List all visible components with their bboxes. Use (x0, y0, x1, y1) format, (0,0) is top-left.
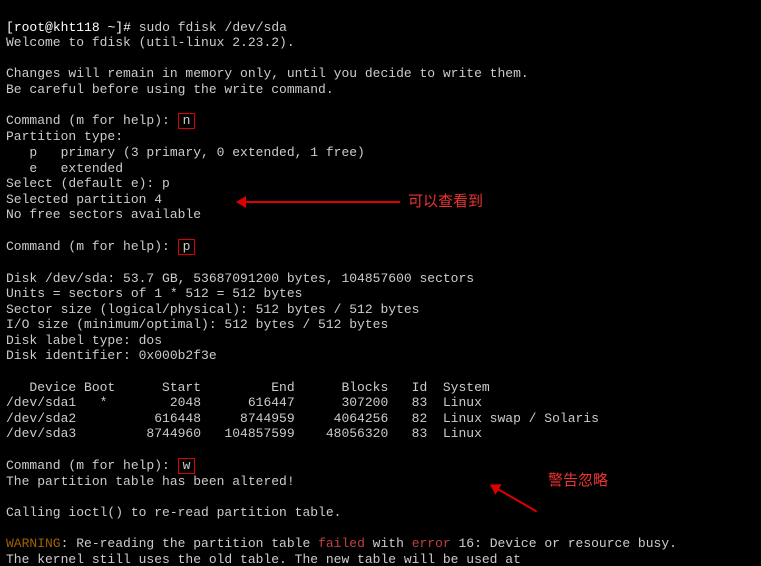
part-table-header: Device Boot Start End Blocks Id System (6, 380, 490, 395)
fdisk-prompt: Command (m for help): (6, 239, 178, 254)
annotation-label-1: 可以查看到 (408, 193, 483, 211)
disk-info: I/O size (minimum/optimal): 512 bytes / … (6, 317, 388, 332)
annotation-arrow-1: 可以查看到 (240, 193, 483, 211)
fdisk-prompt: Command (m for help): (6, 458, 178, 473)
output-line: No free sectors available (6, 207, 201, 222)
warning-tag: WARNING (6, 536, 61, 551)
fdisk-prompt: Command (m for help): (6, 113, 178, 128)
annotation-label-2: 警告忽略 (548, 472, 608, 490)
part-table-row: /dev/sda2 616448 8744959 4064256 82 Linu… (6, 411, 599, 426)
intro-line: Changes will remain in memory only, unti… (6, 66, 529, 81)
disk-info: Disk /dev/sda: 53.7 GB, 53687091200 byte… (6, 271, 474, 286)
output-line: Partition type: (6, 129, 123, 144)
part-table-row: /dev/sda1 * 2048 616447 307200 83 Linux (6, 395, 482, 410)
warning-text: with (365, 536, 412, 551)
arrow-left-icon (240, 201, 400, 203)
disk-info: Disk label type: dos (6, 333, 162, 348)
intro-line: Be careful before using the write comman… (6, 82, 334, 97)
disk-info: Units = sectors of 1 * 512 = 512 bytes (6, 286, 302, 301)
shell-command: sudo fdisk /dev/sda (139, 20, 287, 35)
warning-text: : Re-reading the partition table (61, 536, 318, 551)
output-line: Select (default e): p (6, 176, 170, 191)
output-line: Calling ioctl() to re-read partition tab… (6, 505, 341, 520)
warning-failed: failed (318, 536, 365, 551)
output-line: p primary (3 primary, 0 extended, 1 free… (6, 145, 365, 160)
disk-info: Disk identifier: 0x000b2f3e (6, 348, 217, 363)
user-input-p: p (178, 239, 196, 255)
warning-error: error (412, 536, 451, 551)
output-line: Selected partition 4 (6, 192, 162, 207)
shell-prompt: [root@kht118 ~]# (6, 20, 131, 35)
disk-info: Sector size (logical/physical): 512 byte… (6, 302, 419, 317)
annotation-arrow-2: 警告忽略 (490, 490, 608, 508)
output-line: The partition table has been altered! (6, 474, 295, 489)
arrow-left-icon (493, 486, 537, 513)
terminal[interactable]: [root@kht118 ~]# sudo fdisk /dev/sda Wel… (0, 0, 761, 566)
user-input-n: n (178, 113, 196, 129)
user-input-w: w (178, 458, 196, 474)
warning-line: The kernel still uses the old table. The… (6, 552, 521, 566)
warning-text: 16: Device or resource busy. (451, 536, 677, 551)
output-line: e extended (6, 161, 123, 176)
intro-line: Welcome to fdisk (util-linux 2.23.2). (6, 35, 295, 50)
part-table-row: /dev/sda3 8744960 104857599 48056320 83 … (6, 426, 482, 441)
